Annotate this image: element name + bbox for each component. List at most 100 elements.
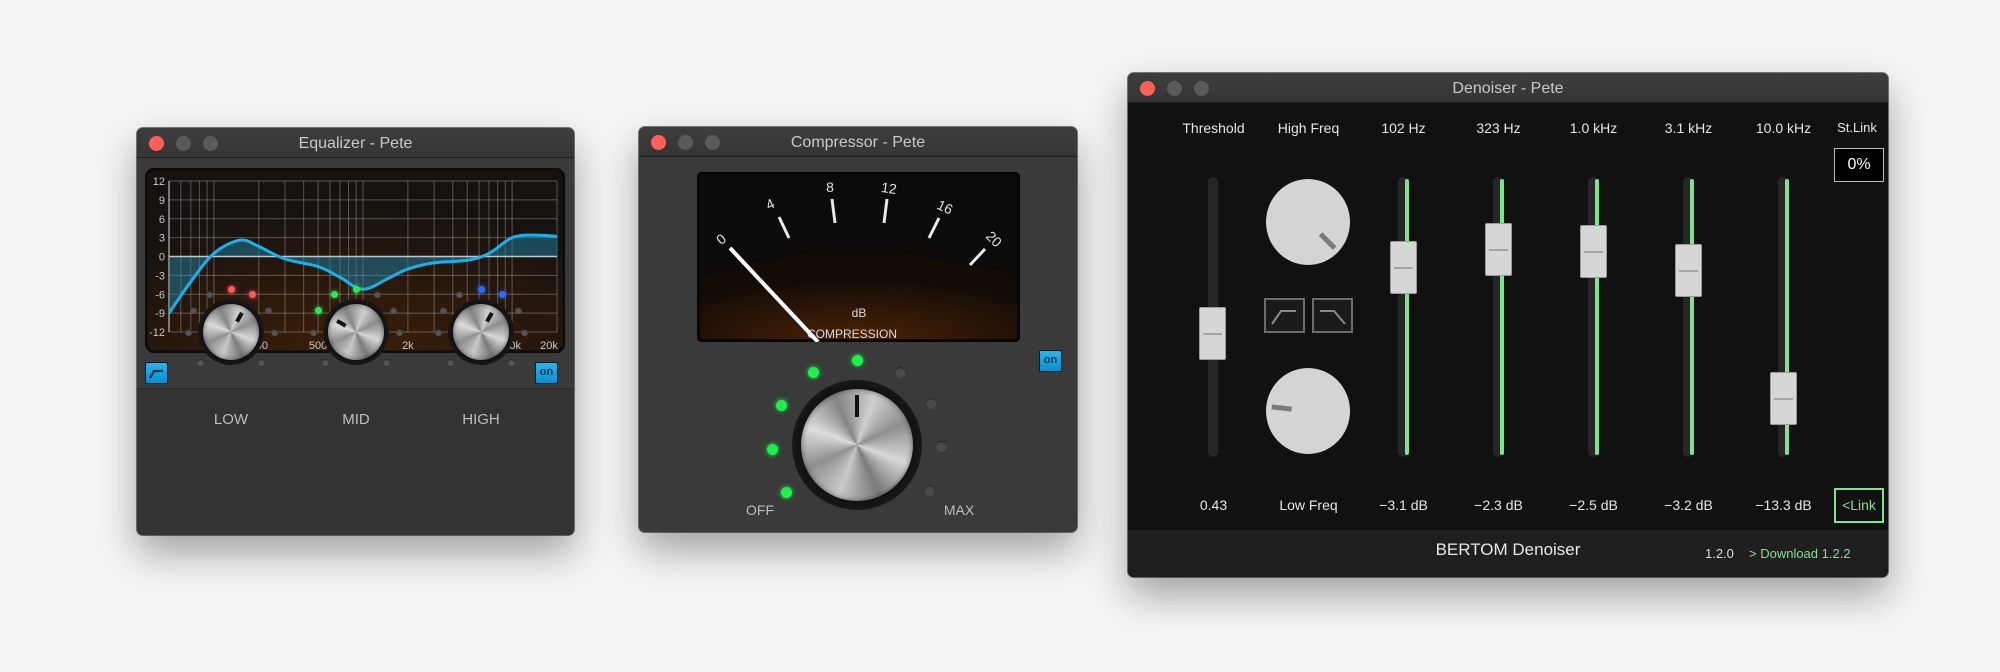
on-button[interactable]: on [535, 362, 558, 384]
band-slider-thumb[interactable] [1770, 372, 1797, 426]
compression-knob[interactable] [792, 380, 922, 510]
knob-pointer [1271, 404, 1292, 412]
compression-meter: 048 121620dBCOMPRESSION [697, 172, 1020, 342]
band-label: 3.1 kHz [1664, 120, 1713, 136]
knob-cap [203, 304, 259, 360]
low-cut-filter-icon [149, 369, 163, 379]
y-tick-label: 0 [159, 252, 165, 264]
filter-button[interactable] [145, 362, 168, 384]
band-slider-thumb[interactable] [1580, 225, 1607, 279]
band-value: −3.2 dB [1664, 497, 1713, 513]
led-dot [434, 328, 442, 336]
band-value: −2.5 dB [1569, 497, 1618, 513]
led-dot [264, 307, 272, 314]
y-tick-label: -12 [149, 327, 165, 339]
max-label: MAX [943, 502, 975, 518]
y-tick-label: -3 [155, 270, 165, 282]
compressor-window: Compressor - Pete 0 4 8 12 16 20 dB COMPRESSION… [639, 127, 1077, 532]
title-bar[interactable]: Denoiser - Pete [1128, 73, 1888, 103]
led-dot [184, 328, 192, 336]
off-label: OFF [746, 502, 774, 518]
window-title: Compressor - Pete [790, 134, 926, 151]
band-slider-thumb[interactable] [1485, 223, 1512, 277]
version-label: 1.2.0 [1705, 546, 1734, 561]
led-dot [507, 358, 515, 366]
low-freq-knob[interactable] [1266, 368, 1350, 454]
high-pass-filter-icon [1271, 310, 1296, 325]
led-dot [923, 484, 935, 496]
high-freq-knob[interactable] [1266, 179, 1350, 265]
led-dot [257, 358, 265, 366]
knob-label: LOW [213, 411, 249, 428]
led-dot [514, 307, 522, 314]
band-level-line [1690, 179, 1694, 455]
y-tick-label: -6 [155, 289, 165, 301]
knob-cap [328, 304, 384, 360]
meter-caption: COMPRESSION [807, 327, 897, 341]
x-tick-label: 20k [540, 340, 558, 352]
x-tick-label: 2k [402, 340, 414, 352]
y-tick-label: 12 [153, 176, 165, 188]
band-level-line [1405, 179, 1409, 455]
title-bar[interactable]: Equalizer - Pete [137, 128, 574, 158]
knob-label: MID [342, 411, 370, 428]
y-tick-label: -9 [155, 308, 165, 320]
threshold-slider-thumb[interactable] [1199, 306, 1226, 360]
window-title: Equalizer - Pete [298, 135, 413, 152]
band-slider-thumb[interactable] [1675, 243, 1702, 297]
equalizer-window: Equalizer - Pete 129630-3-6-9-1210020050… [137, 128, 574, 535]
led-dot [352, 285, 360, 293]
high-freq-label: High Freq [1277, 120, 1340, 136]
led-dot [389, 307, 397, 314]
led-dot [395, 328, 403, 336]
low-pass-filter-button[interactable] [1312, 298, 1353, 333]
title-bar[interactable]: Compressor - Pete [639, 127, 1077, 157]
led-dot [851, 354, 863, 366]
band-value: −13.3 dB [1755, 497, 1812, 513]
low-pass-filter-icon [1320, 310, 1346, 325]
low-freq-label: Low Freq [1279, 497, 1338, 513]
meter-unit: dB [852, 306, 867, 320]
led-dot [776, 399, 788, 411]
led-dot [895, 366, 907, 378]
led-dot [925, 398, 937, 410]
footer: BERTOM Denoiser 1.2.0 > Download 1.2.2 [1128, 530, 1888, 577]
y-tick-label: 3 [159, 233, 165, 245]
threshold-value: 0.43 [1199, 497, 1228, 513]
stlink-value[interactable]: 0% [1834, 148, 1884, 182]
led-dot [197, 358, 205, 366]
led-dot [766, 443, 778, 455]
denoiser-window: Denoiser - Pete Threshold High Freq St.L… [1128, 73, 1888, 577]
led-dot [270, 328, 278, 336]
knob-label: HIGH [462, 411, 500, 428]
band-label: 1.0 kHz [1569, 120, 1618, 136]
on-button[interactable]: on [1039, 350, 1062, 372]
link-button[interactable]: <Link [1834, 488, 1884, 523]
threshold-label: Threshold [1182, 120, 1245, 136]
led-dot [807, 366, 819, 378]
y-tick-label: 6 [159, 214, 165, 226]
knob-high[interactable] [448, 299, 514, 365]
knob-mid[interactable] [323, 299, 389, 365]
band-value: −3.1 dB [1379, 497, 1428, 513]
led-dot [447, 358, 455, 366]
high-pass-filter-button[interactable] [1264, 298, 1305, 333]
led-dot [781, 487, 793, 499]
knob-pointer [1318, 232, 1337, 250]
band-label: 102 Hz [1381, 120, 1426, 136]
knob-low[interactable] [198, 299, 264, 365]
window-title: Denoiser - Pete [1452, 80, 1564, 97]
meter-scale-label: 12 [880, 179, 898, 197]
band-slider-thumb[interactable] [1390, 241, 1417, 295]
band-label: 323 Hz [1476, 120, 1521, 136]
led-dot [477, 285, 485, 293]
led-dot [382, 358, 390, 366]
band-label: 10.0 kHz [1755, 120, 1812, 136]
band-value: −2.3 dB [1474, 497, 1523, 513]
knob-cap [453, 304, 509, 360]
led-dot [520, 328, 528, 336]
band-level-line [1500, 179, 1504, 455]
led-dot [309, 328, 317, 336]
led-dot [227, 285, 235, 293]
download-link[interactable]: > Download 1.2.2 [1749, 546, 1851, 561]
